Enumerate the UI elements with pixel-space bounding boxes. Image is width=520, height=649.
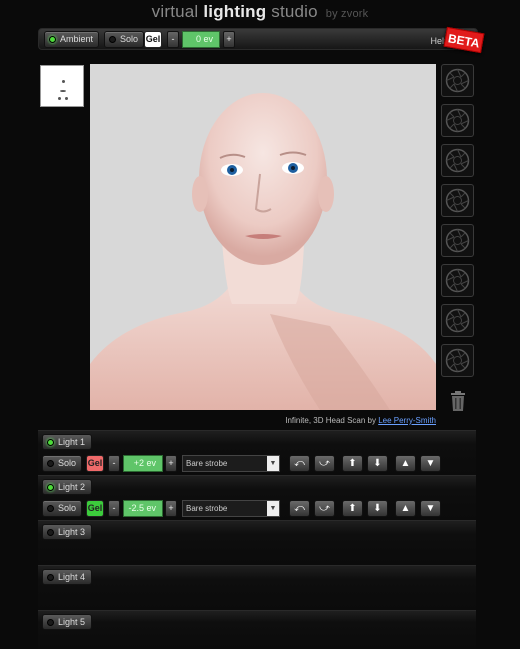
credit-author-link[interactable]: Lee Perry-Smith <box>378 416 436 425</box>
light-slot-1-aperture-icon[interactable] <box>441 64 474 97</box>
credit-text: Infinite, 3D Head Scan by <box>285 416 376 425</box>
light-2-solo-led-icon <box>47 505 54 512</box>
light-panel-2: Light 2 Solo Gel - -2.5 ev + Bare strobe… <box>38 475 476 520</box>
light-1-ev-decrease-button[interactable]: - <box>108 455 120 472</box>
rotate-left-icon[interactable]: ⤺ <box>289 455 310 472</box>
light-4-tab[interactable]: Light 4 <box>42 569 93 585</box>
light-2-tab[interactable]: Light 2 <box>42 479 93 495</box>
ambient-solo-led-icon <box>109 36 116 43</box>
head-scan-render <box>90 64 436 410</box>
raise-light-icon[interactable]: ▲ <box>395 455 416 472</box>
ambient-led-icon <box>49 36 56 43</box>
ambient-ev-increase-button[interactable]: + <box>223 31 235 48</box>
light-3-tab[interactable]: Light 3 <box>42 524 93 540</box>
raise-light-icon[interactable]: ▲ <box>395 500 416 517</box>
light-2-modifier-select[interactable]: Bare strobe ▼ <box>182 500 280 517</box>
light-4-led-icon <box>47 574 54 581</box>
light-panel-1: Light 1 Solo Gel - +2 ev + Bare strobe ▼… <box>38 430 476 475</box>
lower-light-icon[interactable]: ▼ <box>420 500 441 517</box>
light-slot-4-aperture-icon[interactable] <box>441 184 474 217</box>
light-slot-6-aperture-icon[interactable] <box>441 264 474 297</box>
light-3-label: Light 3 <box>58 527 86 537</box>
light-1-ev-increase-button[interactable]: + <box>165 455 177 472</box>
move-down-icon[interactable]: ⬇ <box>367 500 388 517</box>
thumb-light-icon <box>60 90 66 92</box>
title-byline: by zvork <box>325 8 369 20</box>
render-preview[interactable] <box>90 64 436 410</box>
light-1-tab[interactable]: Light 1 <box>42 434 93 450</box>
light-1-ev-value[interactable]: +2 ev <box>123 455 163 472</box>
chevron-down-icon: ▼ <box>267 501 279 516</box>
light-3-led-icon <box>47 529 54 536</box>
light-2-ev-increase-button[interactable]: + <box>165 500 177 517</box>
app-title: virtual lighting studio by zvork <box>0 2 520 22</box>
ambient-toolbar: Ambient Solo Gel - 0 ev + Help <box>38 28 478 50</box>
title-studio: studio <box>271 2 318 21</box>
light-panel-4: Light 4 <box>38 565 476 610</box>
light-2-led-icon <box>47 484 54 491</box>
thumb-subject-icon <box>62 80 65 83</box>
ambient-ev-decrease-button[interactable]: - <box>167 31 179 48</box>
title-lighting: lighting <box>203 2 267 21</box>
light-panel-5: Light 5 <box>38 610 476 649</box>
light-slot-3-aperture-icon[interactable] <box>441 144 474 177</box>
light-1-solo-button[interactable]: Solo <box>42 455 83 472</box>
light-5-led-icon <box>47 619 54 626</box>
rotate-left-icon[interactable]: ⤺ <box>289 500 310 517</box>
move-up-icon[interactable]: ⬆ <box>342 455 363 472</box>
light-2-ev-decrease-button[interactable]: - <box>108 500 120 517</box>
ambient-label: Ambient <box>60 34 94 44</box>
light-1-label: Light 1 <box>58 437 86 447</box>
light-1-solo-led-icon <box>47 460 54 467</box>
ambient-solo-label: Solo <box>120 34 139 44</box>
move-up-icon[interactable]: ⬆ <box>342 500 363 517</box>
light-1-led-icon <box>47 439 54 446</box>
trash-icon[interactable] <box>449 390 467 412</box>
light-2-solo-button[interactable]: Solo <box>42 500 83 517</box>
light-2-label: Light 2 <box>58 482 86 492</box>
rotate-right-icon[interactable]: ⤻ <box>314 500 335 517</box>
light-panel-3: Light 3 <box>38 520 476 565</box>
move-down-icon[interactable]: ⬇ <box>367 455 388 472</box>
light-5-tab[interactable]: Light 5 <box>42 614 93 630</box>
lower-light-icon[interactable]: ▼ <box>420 455 441 472</box>
light-1-gel-button[interactable]: Gel <box>86 455 104 472</box>
light-2-modifier-value: Bare strobe <box>186 504 228 513</box>
thumb-light-icon-2 <box>58 97 61 100</box>
chevron-down-icon: ▼ <box>267 456 279 471</box>
scene-thumbnail[interactable] <box>40 65 84 107</box>
light-1-solo-label: Solo <box>58 458 77 468</box>
rotate-right-icon[interactable]: ⤻ <box>314 455 335 472</box>
light-2-solo-label: Solo <box>58 503 77 513</box>
ambient-solo-button[interactable]: Solo <box>104 31 145 48</box>
ambient-toggle-button[interactable]: Ambient <box>44 31 100 48</box>
app-window: virtual lighting studio by zvork Ambient… <box>0 0 520 649</box>
image-credit: Infinite, 3D Head Scan by Lee Perry-Smit… <box>285 416 436 425</box>
light-2-ev-value[interactable]: -2.5 ev <box>123 500 163 517</box>
ambient-gel-button[interactable]: Gel <box>144 31 162 48</box>
thumb-light-icon-3 <box>65 97 68 100</box>
light-1-modifier-select[interactable]: Bare strobe ▼ <box>182 455 280 472</box>
light-slot-2-aperture-icon[interactable] <box>441 104 474 137</box>
light-1-modifier-value: Bare strobe <box>186 459 228 468</box>
light-slot-7-aperture-icon[interactable] <box>441 304 474 337</box>
title-virtual: virtual <box>151 2 199 21</box>
light-2-gel-button[interactable]: Gel <box>86 500 104 517</box>
light-slot-5-aperture-icon[interactable] <box>441 224 474 257</box>
light-5-label: Light 5 <box>58 617 86 627</box>
light-slot-8-aperture-icon[interactable] <box>441 344 474 377</box>
light-4-label: Light 4 <box>58 572 86 582</box>
ambient-ev-value[interactable]: 0 ev <box>182 31 220 48</box>
